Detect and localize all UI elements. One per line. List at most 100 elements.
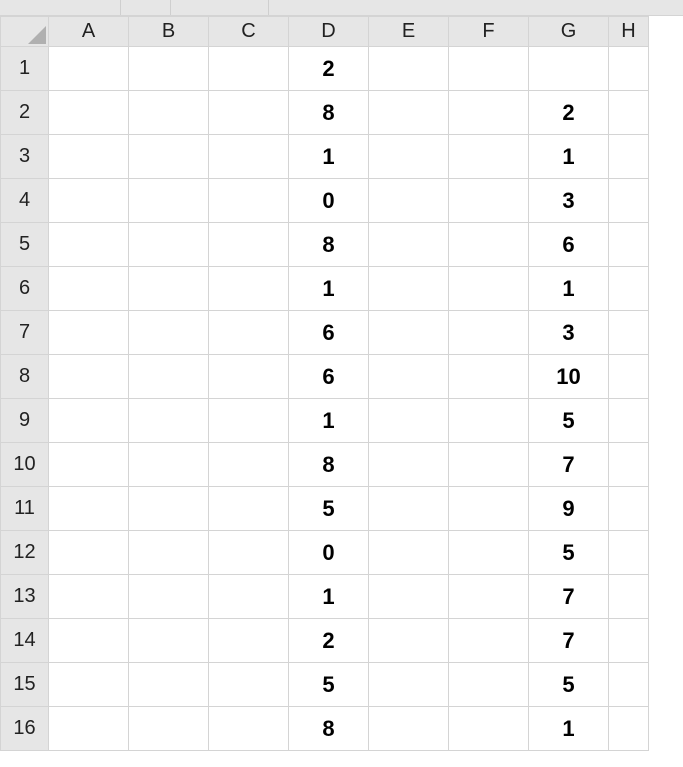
row-header-5[interactable]: 5	[1, 223, 49, 267]
cell-H14[interactable]	[609, 619, 649, 663]
cell-B1[interactable]	[129, 47, 209, 91]
cell-C6[interactable]	[209, 267, 289, 311]
cell-D3[interactable]: 1	[289, 135, 369, 179]
cell-G5[interactable]: 6	[529, 223, 609, 267]
cell-B10[interactable]	[129, 443, 209, 487]
cell-C10[interactable]	[209, 443, 289, 487]
cell-E10[interactable]	[369, 443, 449, 487]
row-header-3[interactable]: 3	[1, 135, 49, 179]
cell-A13[interactable]	[49, 575, 129, 619]
cell-C1[interactable]	[209, 47, 289, 91]
cell-E11[interactable]	[369, 487, 449, 531]
cell-C13[interactable]	[209, 575, 289, 619]
cell-H12[interactable]	[609, 531, 649, 575]
cell-F9[interactable]	[449, 399, 529, 443]
cell-F11[interactable]	[449, 487, 529, 531]
cell-F10[interactable]	[449, 443, 529, 487]
cell-C12[interactable]	[209, 531, 289, 575]
cell-F1[interactable]	[449, 47, 529, 91]
cell-G4[interactable]: 3	[529, 179, 609, 223]
cell-A2[interactable]	[49, 91, 129, 135]
cell-B12[interactable]	[129, 531, 209, 575]
row-header-6[interactable]: 6	[1, 267, 49, 311]
cell-C2[interactable]	[209, 91, 289, 135]
cell-D12[interactable]: 0	[289, 531, 369, 575]
cell-H15[interactable]	[609, 663, 649, 707]
cell-E16[interactable]	[369, 707, 449, 751]
cell-F5[interactable]	[449, 223, 529, 267]
cell-D8[interactable]: 6	[289, 355, 369, 399]
row-header-16[interactable]: 16	[1, 707, 49, 751]
cell-G1[interactable]	[529, 47, 609, 91]
cell-E7[interactable]	[369, 311, 449, 355]
row-header-12[interactable]: 12	[1, 531, 49, 575]
cell-H4[interactable]	[609, 179, 649, 223]
cell-C9[interactable]	[209, 399, 289, 443]
cell-H5[interactable]	[609, 223, 649, 267]
cell-C3[interactable]	[209, 135, 289, 179]
cell-A12[interactable]	[49, 531, 129, 575]
cell-C15[interactable]	[209, 663, 289, 707]
cell-A9[interactable]	[49, 399, 129, 443]
cell-G16[interactable]: 1	[529, 707, 609, 751]
cell-F13[interactable]	[449, 575, 529, 619]
col-header-H[interactable]: H	[609, 17, 649, 47]
cell-D7[interactable]: 6	[289, 311, 369, 355]
cell-B9[interactable]	[129, 399, 209, 443]
cell-G3[interactable]: 1	[529, 135, 609, 179]
cell-E12[interactable]	[369, 531, 449, 575]
cell-F7[interactable]	[449, 311, 529, 355]
select-all-corner[interactable]	[1, 17, 49, 47]
cell-E15[interactable]	[369, 663, 449, 707]
row-header-14[interactable]: 14	[1, 619, 49, 663]
cell-H7[interactable]	[609, 311, 649, 355]
cell-G14[interactable]: 7	[529, 619, 609, 663]
cell-C4[interactable]	[209, 179, 289, 223]
cell-G7[interactable]: 3	[529, 311, 609, 355]
cell-E5[interactable]	[369, 223, 449, 267]
cell-H9[interactable]	[609, 399, 649, 443]
row-header-11[interactable]: 11	[1, 487, 49, 531]
cell-E3[interactable]	[369, 135, 449, 179]
cell-H8[interactable]	[609, 355, 649, 399]
row-header-2[interactable]: 2	[1, 91, 49, 135]
cell-B13[interactable]	[129, 575, 209, 619]
cell-G11[interactable]: 9	[529, 487, 609, 531]
cell-D4[interactable]: 0	[289, 179, 369, 223]
cell-F4[interactable]	[449, 179, 529, 223]
cell-G15[interactable]: 5	[529, 663, 609, 707]
cell-G6[interactable]: 1	[529, 267, 609, 311]
cell-A7[interactable]	[49, 311, 129, 355]
cell-E6[interactable]	[369, 267, 449, 311]
cell-D15[interactable]: 5	[289, 663, 369, 707]
cell-D2[interactable]: 8	[289, 91, 369, 135]
cell-D5[interactable]: 8	[289, 223, 369, 267]
cell-A11[interactable]	[49, 487, 129, 531]
cell-A15[interactable]	[49, 663, 129, 707]
row-header-9[interactable]: 9	[1, 399, 49, 443]
cell-B3[interactable]	[129, 135, 209, 179]
cell-B15[interactable]	[129, 663, 209, 707]
cell-A6[interactable]	[49, 267, 129, 311]
cell-F14[interactable]	[449, 619, 529, 663]
cell-F3[interactable]	[449, 135, 529, 179]
cell-C14[interactable]	[209, 619, 289, 663]
cell-H2[interactable]	[609, 91, 649, 135]
row-header-15[interactable]: 15	[1, 663, 49, 707]
cell-F12[interactable]	[449, 531, 529, 575]
cell-E1[interactable]	[369, 47, 449, 91]
cell-B2[interactable]	[129, 91, 209, 135]
cell-B7[interactable]	[129, 311, 209, 355]
col-header-A[interactable]: A	[49, 17, 129, 47]
cell-E13[interactable]	[369, 575, 449, 619]
cell-A5[interactable]	[49, 223, 129, 267]
cell-B14[interactable]	[129, 619, 209, 663]
row-header-10[interactable]: 10	[1, 443, 49, 487]
cell-E4[interactable]	[369, 179, 449, 223]
cell-B4[interactable]	[129, 179, 209, 223]
cell-B11[interactable]	[129, 487, 209, 531]
cell-H10[interactable]	[609, 443, 649, 487]
cell-A8[interactable]	[49, 355, 129, 399]
cell-H6[interactable]	[609, 267, 649, 311]
cell-F6[interactable]	[449, 267, 529, 311]
